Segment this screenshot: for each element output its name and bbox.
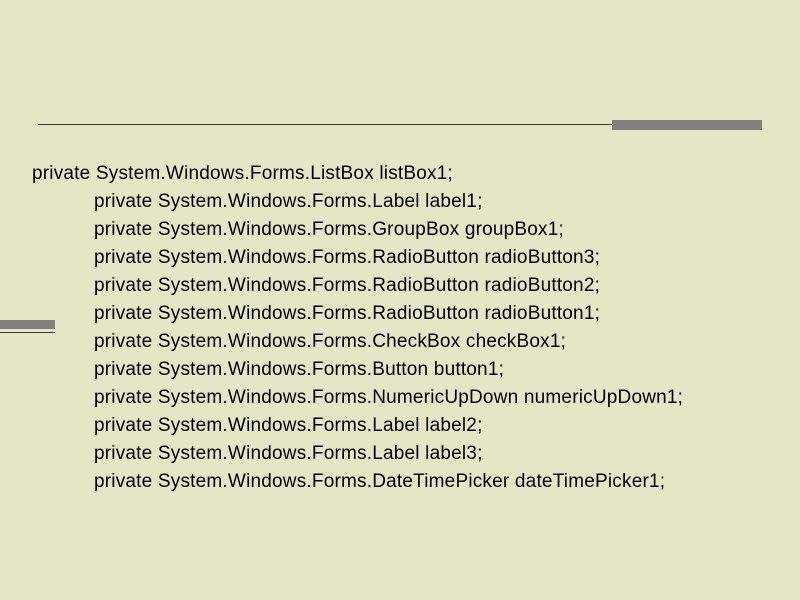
divider-accent — [612, 120, 762, 130]
code-line: private System.Windows.Forms.DateTimePic… — [32, 468, 768, 496]
code-line: private System.Windows.Forms.ListBox lis… — [32, 160, 768, 188]
code-block: private System.Windows.Forms.ListBox lis… — [32, 160, 768, 496]
code-line: private System.Windows.Forms.NumericUpDo… — [32, 384, 768, 412]
code-line: private System.Windows.Forms.GroupBox gr… — [32, 216, 768, 244]
code-line: private System.Windows.Forms.Label label… — [32, 440, 768, 468]
code-line: private System.Windows.Forms.RadioButton… — [32, 300, 768, 328]
code-line: private System.Windows.Forms.RadioButton… — [32, 272, 768, 300]
code-line: private System.Windows.Forms.Label label… — [32, 188, 768, 216]
code-line: private System.Windows.Forms.RadioButton… — [32, 244, 768, 272]
slide: private System.Windows.Forms.ListBox lis… — [0, 0, 800, 600]
code-line: private System.Windows.Forms.Button butt… — [32, 356, 768, 384]
code-line: private System.Windows.Forms.Label label… — [32, 412, 768, 440]
code-line: private System.Windows.Forms.CheckBox ch… — [32, 328, 768, 356]
top-divider — [38, 120, 762, 130]
